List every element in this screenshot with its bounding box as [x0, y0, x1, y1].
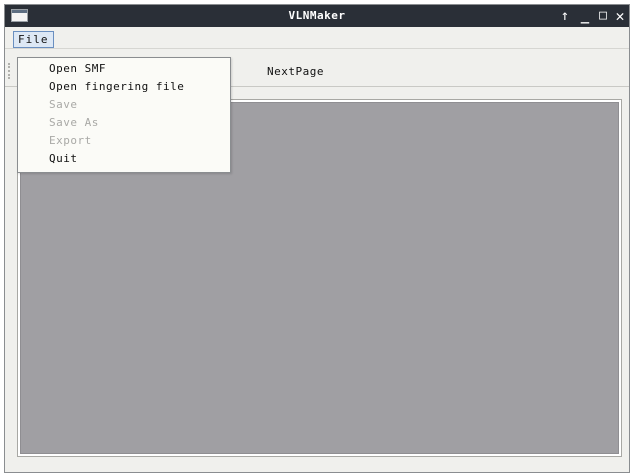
toolbar-grip-handle[interactable]	[8, 63, 12, 79]
close-icon[interactable]: ✕	[612, 7, 628, 25]
next-page-button[interactable]: NextPage	[267, 65, 324, 78]
menu-item-save: Save	[49, 98, 78, 111]
menu-item-quit[interactable]: Quit	[49, 150, 78, 168]
restore-icon[interactable]: □	[595, 7, 611, 25]
menu-item-open-fingering-file[interactable]: Open fingering file	[49, 78, 184, 96]
app-window: VLNMaker ↑ _ □ ✕ File ige NextPage Open …	[4, 4, 630, 473]
menu-bar: File	[5, 27, 629, 49]
file-menu-dropdown: Open SMF Open fingering file Save Save A…	[17, 57, 231, 173]
menu-file[interactable]: File	[13, 31, 54, 48]
menu-item-save-as: Save As	[49, 116, 99, 129]
maximize-arrow-icon[interactable]: ↑	[557, 7, 573, 25]
menu-item-open-smf[interactable]: Open SMF	[49, 60, 106, 78]
title-bar[interactable]: VLNMaker ↑ _ □ ✕	[5, 5, 629, 27]
minimize-icon[interactable]: _	[577, 7, 593, 25]
window-title: VLNMaker	[288, 9, 346, 22]
menu-item-export: Export	[49, 134, 92, 147]
